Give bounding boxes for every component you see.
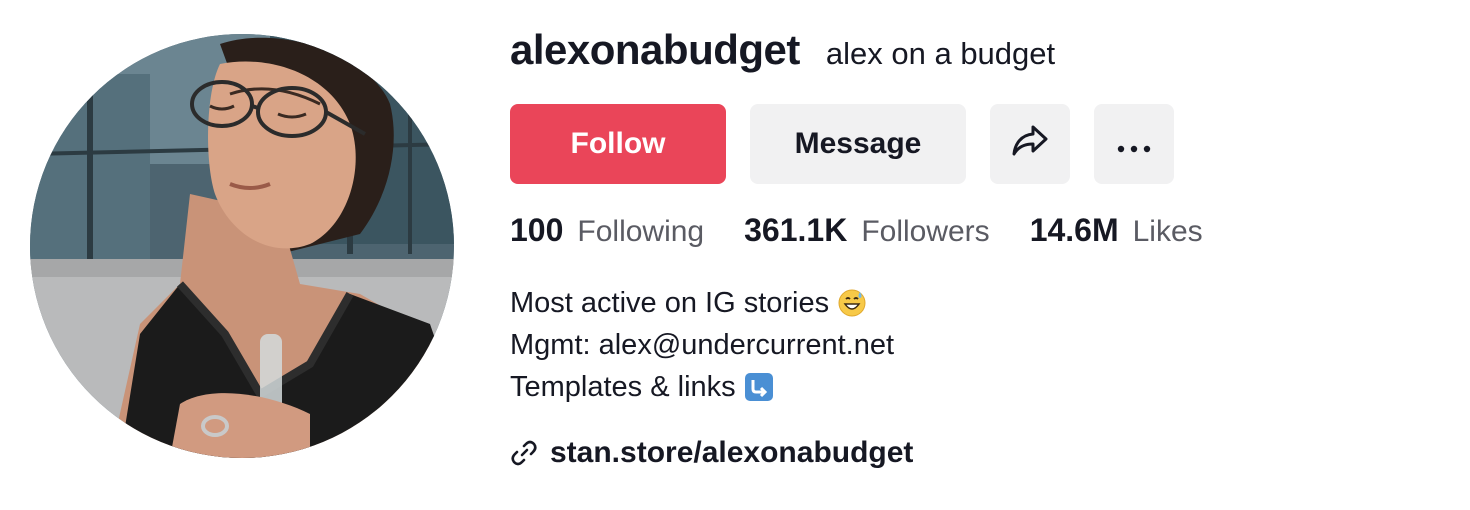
more-options-button[interactable] — [1094, 104, 1174, 184]
share-button[interactable] — [990, 104, 1070, 184]
message-button[interactable]: Message — [750, 104, 966, 184]
arrow-down-right-emoji-icon — [744, 372, 774, 402]
bio-line: Most active on IG stories — [510, 282, 894, 324]
bio-line-text: Templates & links — [510, 371, 736, 403]
share-arrow-icon — [1011, 123, 1049, 165]
likes-stat: 14.6M Likes — [1030, 212, 1203, 249]
nickname: alex on a budget — [825, 36, 1056, 71]
followers-count: 361.1K — [744, 212, 848, 248]
avatar[interactable] — [30, 34, 454, 458]
link-icon — [510, 439, 538, 467]
bio-line-text: Mgmt: alex@undercurrent.net — [510, 329, 895, 361]
bio-line-text: Most active on IG stories — [510, 287, 830, 319]
likes-count: 14.6M — [1029, 212, 1119, 248]
following-label: Following — [577, 215, 705, 248]
more-dots-icon — [1117, 127, 1151, 161]
avatar-photo — [30, 34, 454, 458]
likes-label: Likes — [1132, 215, 1203, 248]
bio-line: Templates & links — [510, 366, 894, 408]
username: alexonabudget — [510, 26, 800, 73]
grinning-sweat-emoji-icon — [837, 288, 867, 318]
follow-button[interactable]: Follow — [510, 104, 726, 184]
profile-info: alexonabudget alex on a budget Follow Me… — [510, 26, 1430, 469]
following-stat[interactable]: 100 Following — [510, 212, 704, 249]
followers-label: Followers — [861, 215, 990, 248]
bio-line: Mgmt: alex@undercurrent.net — [510, 324, 894, 366]
name-row: alexonabudget alex on a budget — [510, 26, 1430, 82]
action-buttons: Follow Message — [510, 104, 1174, 184]
followers-stat[interactable]: 361.1K Followers — [744, 212, 990, 249]
bio: Most active on IG stories Mgmt: alex@und… — [510, 282, 894, 408]
profile-link[interactable]: stan.store/alexonabudget — [510, 431, 913, 475]
following-count: 100 — [510, 212, 564, 248]
link-text[interactable]: stan.store/alexonabudget — [550, 436, 913, 470]
profile-stats: 100 Following 361.1K Followers 14.6M Lik… — [510, 212, 1243, 249]
